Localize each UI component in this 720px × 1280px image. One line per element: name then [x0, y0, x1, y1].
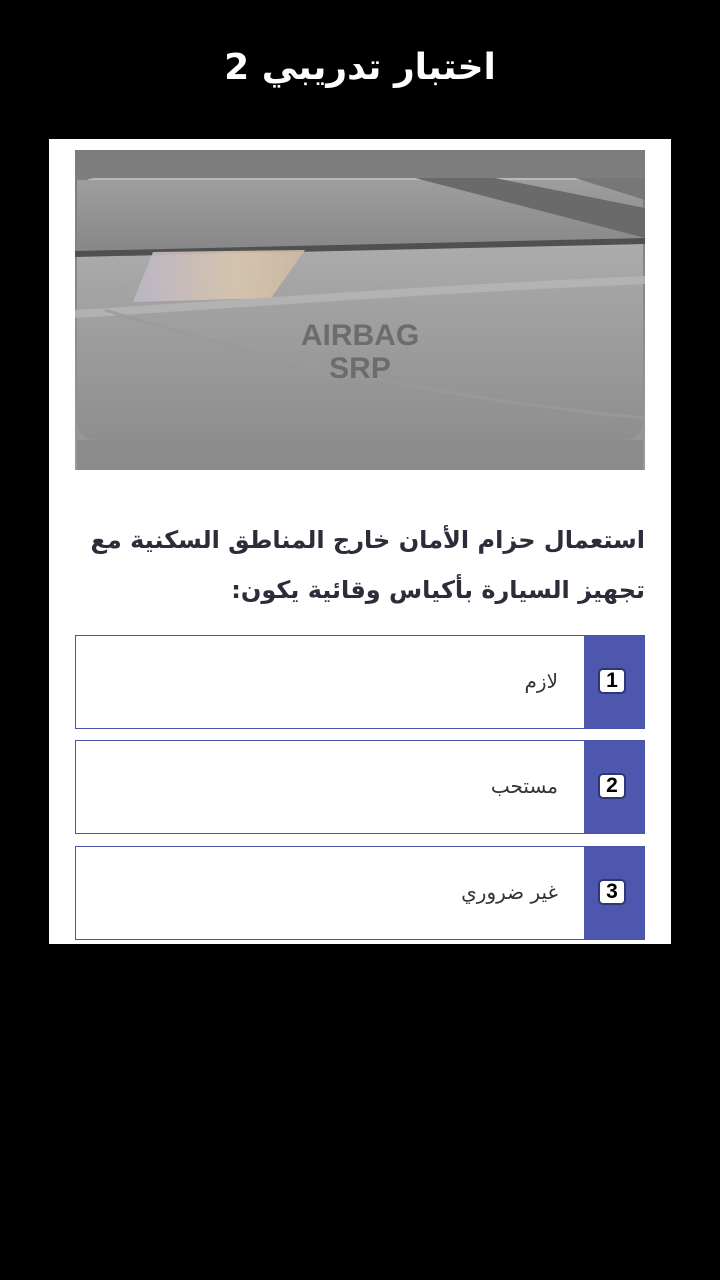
- question-line-2: تجهيز السيارة بأكياس وقائية يكون:: [231, 576, 645, 604]
- option-text: غير ضروري: [461, 880, 558, 904]
- answer-option-3[interactable]: 3 غير ضروري: [75, 846, 645, 940]
- question-text: استعمال حزام الأمان خارج المناطق السكنية…: [75, 515, 645, 615]
- option-number-badge: 3: [598, 879, 626, 905]
- option-text: مستحب: [490, 774, 558, 798]
- option-number-panel: 2: [584, 741, 644, 833]
- airbag-image: AIRBAG SRP: [75, 150, 645, 470]
- option-number-panel: 1: [584, 636, 644, 728]
- question-card: AIRBAG SRP استعمال حزام الأمان خارج المن…: [49, 139, 671, 944]
- page-title: اختبار تدريبي 2: [224, 47, 496, 88]
- airbag-illustration: [75, 150, 645, 470]
- option-number-panel: 3: [584, 847, 644, 939]
- answer-option-2[interactable]: 2 مستحب: [75, 740, 645, 834]
- option-number-badge: 1: [598, 668, 626, 694]
- question-line-1: استعمال حزام الأمان خارج المناطق السكنية…: [90, 526, 645, 554]
- option-text: لازم: [524, 669, 558, 693]
- airbag-label: AIRBAG: [300, 319, 420, 352]
- answer-option-1[interactable]: 1 لازم: [75, 635, 645, 729]
- option-number-badge: 2: [598, 773, 626, 799]
- srp-label: SRP: [329, 352, 391, 385]
